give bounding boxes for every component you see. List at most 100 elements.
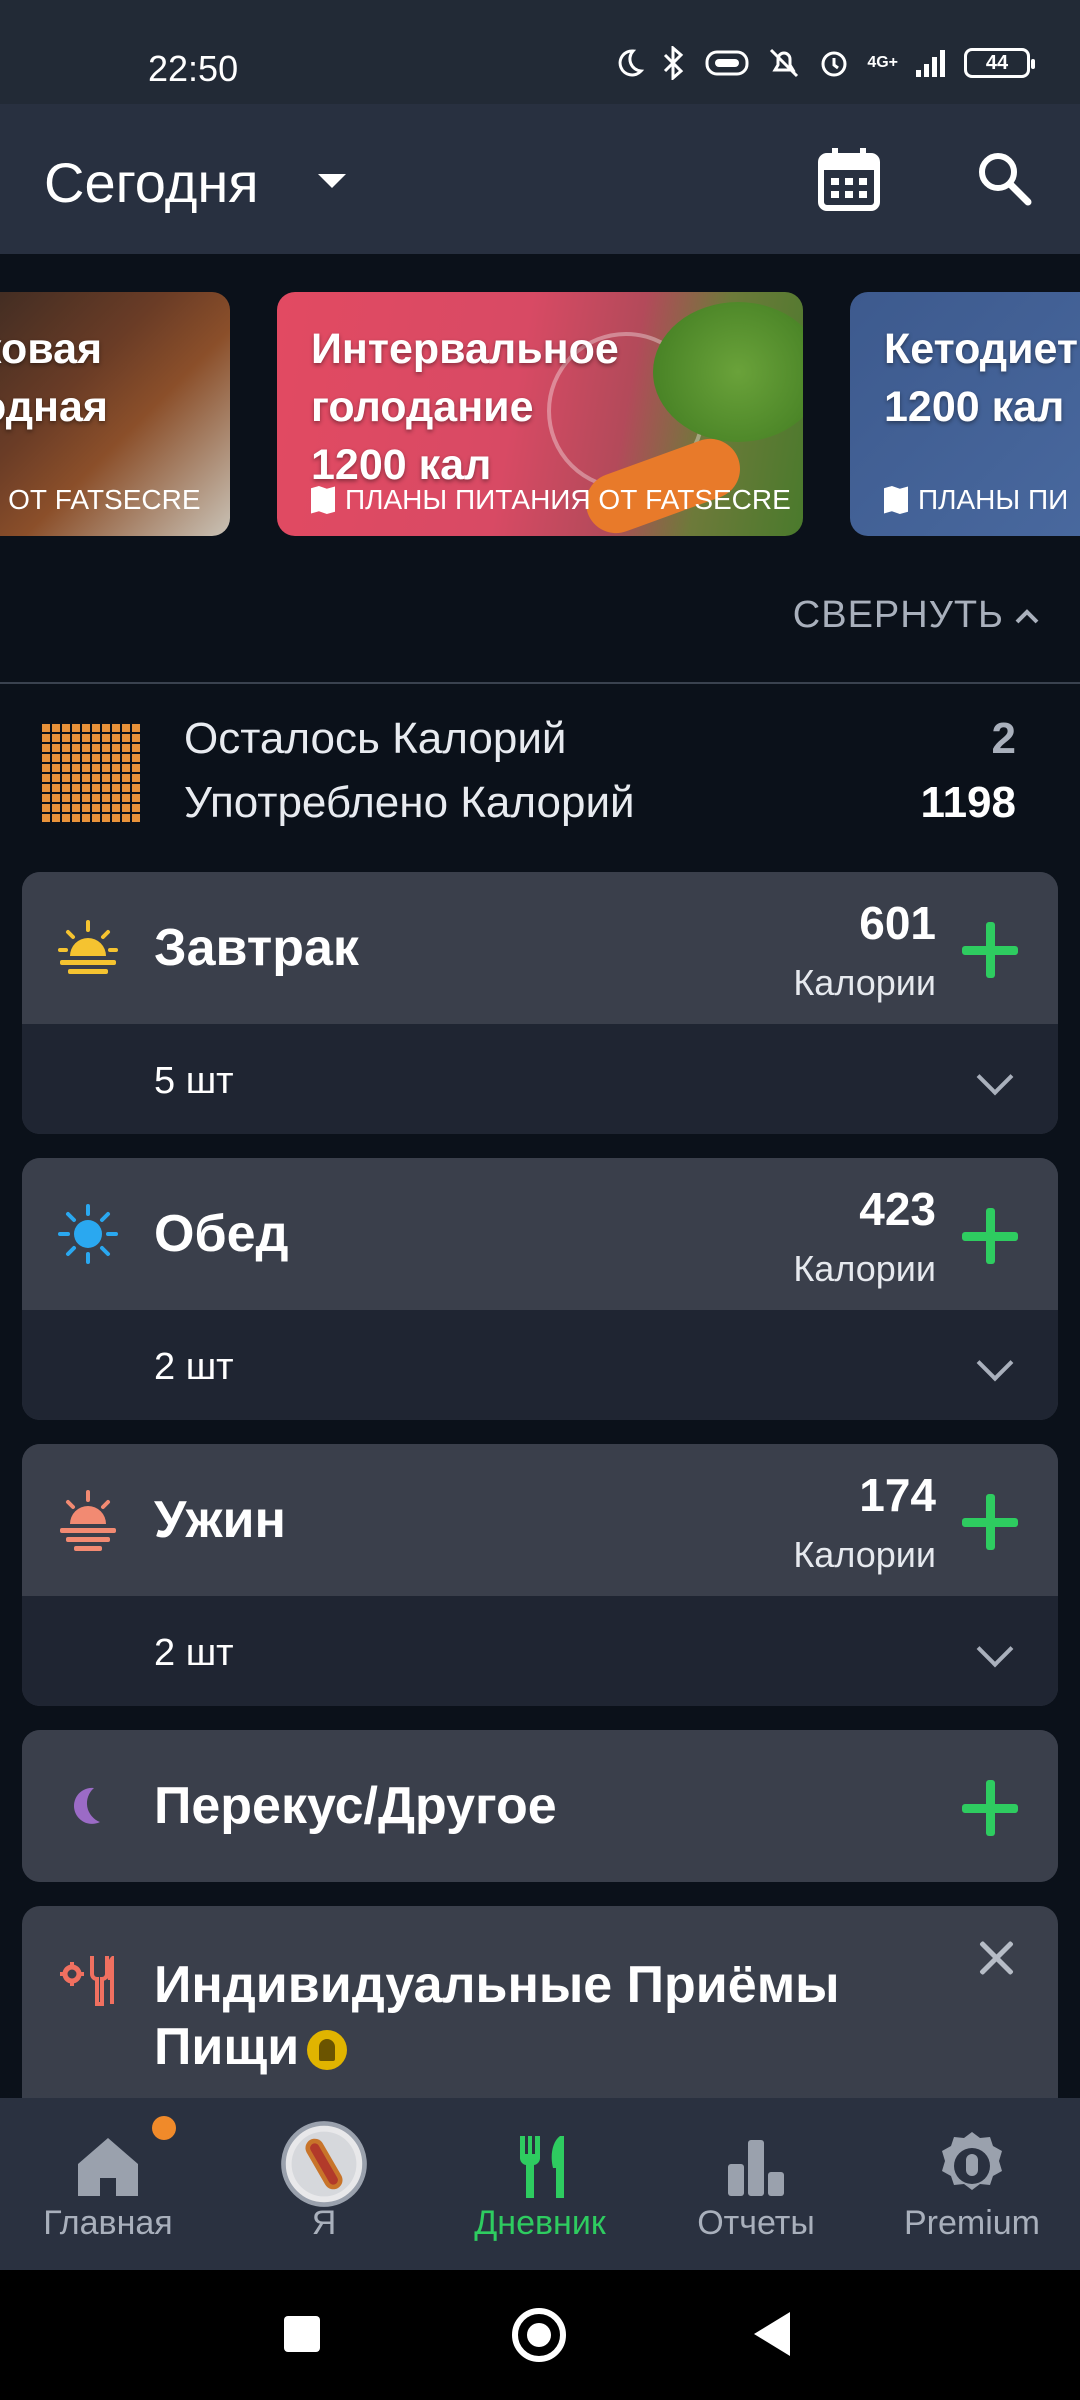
chevron-up-icon <box>1015 608 1039 623</box>
nav-label: Главная <box>43 2204 173 2242</box>
sunrise-icon <box>58 920 118 974</box>
add-food-button[interactable] <box>962 1780 1018 1836</box>
meal-calories: 601 <box>859 897 936 949</box>
alarm-icon <box>821 51 847 77</box>
custom-meals-card[interactable]: Индивидуальные Приёмы Пищи <box>22 1906 1058 2106</box>
meal-plan-source-text: ИЯ ОТ FATSECRE <box>0 484 201 515</box>
collapse-label: СВЕРНУТЬ <box>792 594 1004 636</box>
map-icon <box>311 486 335 514</box>
meal-plan-card[interactable]: ковая одная ИЯ ОТ FATSECRE <box>0 292 230 536</box>
meal-name: Завтрак <box>154 919 359 977</box>
calendar-icon[interactable] <box>818 148 880 212</box>
status-bar: 22:50 4G+ 44 <box>0 0 1080 104</box>
premium-lock-icon <box>942 2132 1002 2190</box>
meal-header[interactable]: Ужин 174 Калории <box>22 1444 1058 1596</box>
meal-header[interactable]: Перекус/Другое <box>22 1730 1058 1882</box>
meal-plan-title: Кетодиет 1200 кал <box>884 325 1078 431</box>
calorie-grid-icon <box>40 722 140 822</box>
utensils-gear-icon <box>60 1956 114 2006</box>
meal-plan-source: ПЛАНЫ ПИ <box>884 484 1068 516</box>
nav-item-premium[interactable]: Premium <box>864 2098 1080 2270</box>
nav-item-diary[interactable]: Дневник <box>432 2098 648 2270</box>
meal-plan-source-text: ПЛАНЫ ПИ <box>918 484 1069 515</box>
meal-item-count: 2 шт <box>154 1346 234 1388</box>
signal-icon <box>916 50 945 77</box>
bluetooth-icon <box>664 46 684 80</box>
meal-calories: 423 <box>859 1183 936 1235</box>
add-food-button[interactable] <box>962 922 1018 978</box>
nav-item-home[interactable]: Главная <box>0 2098 216 2270</box>
chevron-down-icon[interactable] <box>976 1630 1014 1668</box>
meal-calories-label: Калории <box>793 1248 936 1289</box>
add-food-button[interactable] <box>962 1208 1018 1264</box>
consumed-calories-label: Употреблено Калорий <box>184 778 635 827</box>
status-time: 22:50 <box>148 48 239 89</box>
app-bar: Сегодня <box>0 104 1080 254</box>
sunset-icon <box>60 1490 116 1551</box>
calorie-summary[interactable]: Осталось Калорий 2 Употреблено Калорий 1… <box>0 700 1080 850</box>
meal-header[interactable]: Завтрак 601 Калории <box>22 872 1058 1024</box>
meal-card-lunch[interactable]: Обед 423 Калории 2 шт <box>22 1158 1058 1420</box>
search-icon[interactable] <box>974 148 1034 208</box>
meal-item-count: 2 шт <box>154 1632 234 1674</box>
system-navigation-bar <box>0 2270 1080 2400</box>
meal-items-row[interactable]: 2 шт <box>22 1310 1058 1420</box>
meal-plan-source: ПЛАНЫ ПИТАНИЯ ОТ FATSECRE <box>311 484 791 516</box>
nav-item-me[interactable]: Я <box>216 2098 432 2270</box>
custom-meals-title: Индивидуальные Приёмы Пищи <box>154 1954 914 2078</box>
premium-lock-icon <box>307 2030 348 2071</box>
home-button[interactable] <box>512 2308 566 2362</box>
meal-plan-card[interactable]: Интервальное голодание 1200 кал ПЛАНЫ ПИ… <box>277 292 803 536</box>
nav-label: Premium <box>903 2204 1041 2242</box>
meal-card-breakfast[interactable]: Завтрак 601 Калории 5 шт <box>22 872 1058 1134</box>
meal-plan-source-text: ПЛАНЫ ПИТАНИЯ ОТ FATSECRE <box>345 484 791 515</box>
date-selector[interactable]: Сегодня <box>44 150 259 215</box>
bar-chart-icon <box>728 2140 784 2196</box>
meal-plan-title: Интервальное голодание 1200 кал <box>311 325 619 489</box>
notification-dot <box>152 2116 176 2140</box>
remaining-calories-value: 2 <box>991 714 1016 763</box>
fork-knife-icon <box>519 2136 564 2198</box>
meal-name: Ужин <box>154 1491 286 1549</box>
back-button[interactable] <box>754 2312 790 2356</box>
battery-icon: 44 <box>964 48 1035 78</box>
meal-calories-label: Калории <box>793 962 936 1003</box>
custom-meals-title-text: Индивидуальные Приёмы Пищи <box>154 1956 840 2076</box>
consumed-calories-value: 1198 <box>920 778 1016 827</box>
divider <box>0 682 1080 684</box>
nav-label: Дневник <box>474 2204 606 2242</box>
meal-plan-title: ковая одная <box>0 325 108 431</box>
nav-label: Я <box>311 2204 337 2242</box>
meal-calories: 174 <box>859 1469 936 1521</box>
collapse-button[interactable]: СВЕРНУТЬ <box>793 594 1040 637</box>
home-icon <box>78 2138 138 2196</box>
battery-level: 44 <box>985 51 1009 74</box>
bottom-navigation: Главная Я Дневник Отчеты Premium <box>0 2098 1080 2270</box>
meal-items-row[interactable]: 2 шт <box>22 1596 1058 1706</box>
meal-name: Перекус/Другое <box>154 1777 557 1835</box>
meal-header[interactable]: Обед 423 Калории <box>22 1158 1058 1310</box>
meal-item-count: 5 шт <box>154 1060 234 1102</box>
nav-label: Отчеты <box>697 2204 815 2242</box>
avatar <box>281 2121 367 2207</box>
meal-plan-carousel[interactable]: ковая одная ИЯ ОТ FATSECRE Интервальное … <box>0 254 1080 554</box>
meal-plan-card[interactable]: Кетодиет 1200 кал ПЛАНЫ ПИ <box>850 292 1080 536</box>
mute-icon <box>770 48 799 78</box>
chevron-down-icon[interactable] <box>976 1058 1014 1096</box>
meal-name: Обед <box>154 1205 289 1263</box>
remaining-calories-label: Осталось Калорий <box>184 714 567 763</box>
meal-items-row[interactable]: 5 шт <box>22 1024 1058 1134</box>
meal-card-dinner[interactable]: Ужин 174 Калории 2 шт <box>22 1444 1058 1706</box>
sun-icon <box>58 1204 118 1264</box>
nav-item-reports[interactable]: Отчеты <box>648 2098 864 2270</box>
chevron-down-icon[interactable] <box>976 1344 1014 1382</box>
meal-plan-source: ИЯ ОТ FATSECRE <box>0 484 201 516</box>
moon-icon <box>618 49 645 77</box>
close-icon[interactable] <box>976 1938 1016 1978</box>
meal-card-snack[interactable]: Перекус/Другое <box>22 1730 1058 1882</box>
network-type: 4G+ <box>867 54 898 71</box>
recents-button[interactable] <box>284 2316 320 2352</box>
vibrate-icon <box>705 50 749 76</box>
add-food-button[interactable] <box>962 1494 1018 1550</box>
chevron-down-icon[interactable] <box>318 174 346 188</box>
